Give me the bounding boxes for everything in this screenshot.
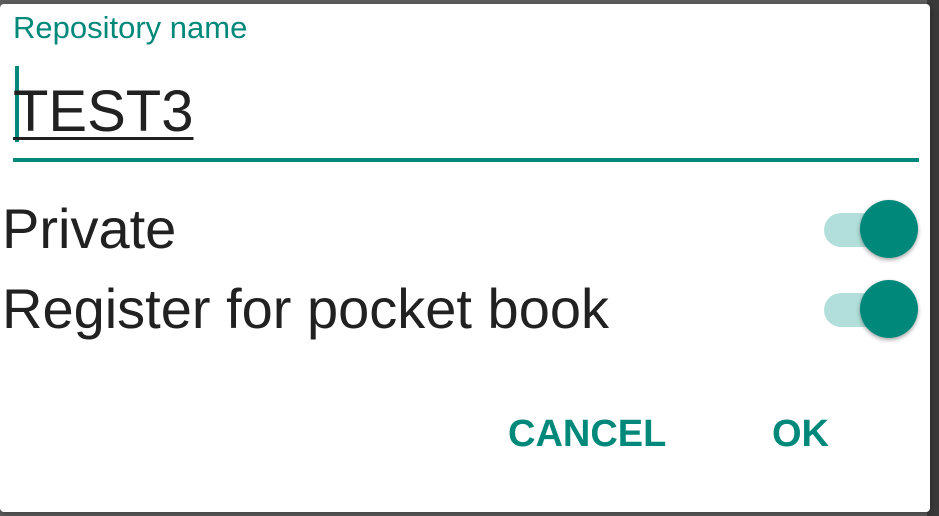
repository-name-input[interactable]: TEST3 bbox=[13, 66, 919, 162]
pocket-book-switch[interactable] bbox=[824, 280, 920, 338]
repository-name-value[interactable]: TEST3 bbox=[13, 80, 194, 144]
private-switch-thumb[interactable] bbox=[860, 200, 918, 258]
ok-button[interactable]: OK bbox=[772, 404, 829, 464]
create-repository-dialog: Repository name TEST3 Private Register f… bbox=[0, 4, 930, 512]
private-switch-label: Private bbox=[2, 197, 177, 260]
private-switch-row[interactable]: Private bbox=[0, 192, 930, 262]
input-underline bbox=[13, 158, 919, 162]
pocket-book-switch-label: Register for pocket book bbox=[2, 277, 609, 340]
repository-name-label: Repository name bbox=[13, 10, 248, 45]
pocket-book-switch-thumb[interactable] bbox=[860, 280, 918, 338]
cancel-button[interactable]: CANCEL bbox=[508, 404, 666, 464]
pocket-book-switch-row[interactable]: Register for pocket book bbox=[0, 272, 930, 342]
private-switch[interactable] bbox=[824, 200, 920, 258]
